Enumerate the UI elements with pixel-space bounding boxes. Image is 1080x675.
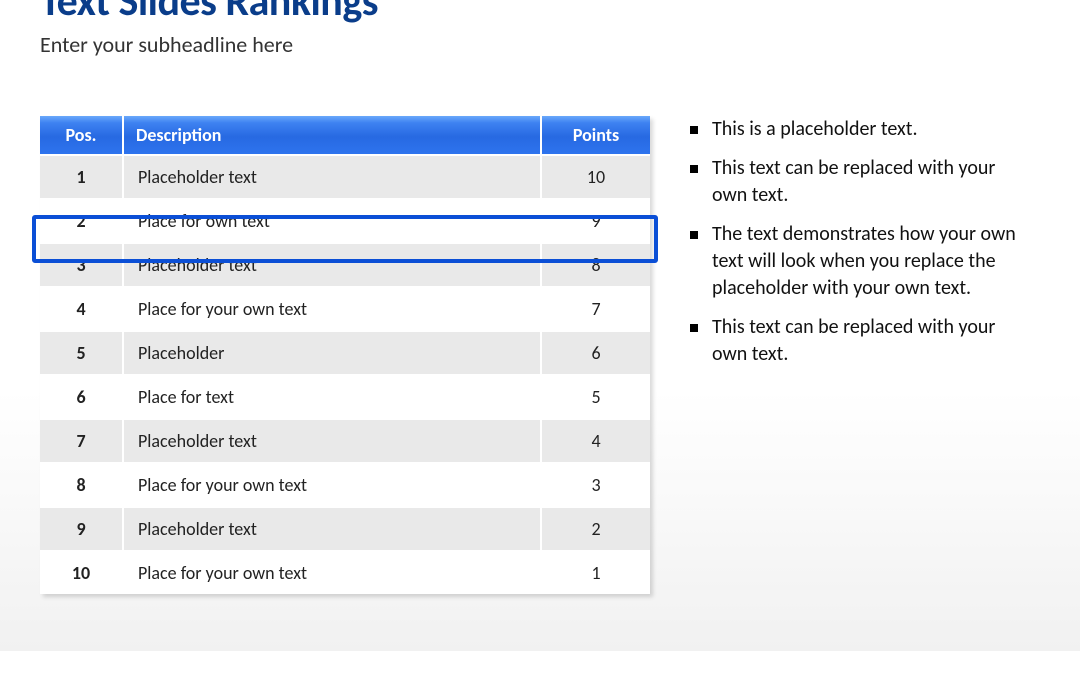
cell-points: 7 — [542, 286, 650, 330]
cell-points: 10 — [542, 154, 650, 198]
cell-description: Place for own text — [124, 198, 542, 242]
col-header-position: Pos. — [40, 116, 124, 154]
table-row: 7Placeholder text4 — [40, 418, 650, 462]
bullet-item: This text can be replaced with your own … — [690, 155, 1020, 209]
cell-description: Place for your own text — [124, 462, 542, 506]
cell-position: 9 — [40, 506, 124, 550]
col-header-description: Description — [124, 116, 542, 154]
table-row: 5Placeholder6 — [40, 330, 650, 374]
cell-position: 2 — [40, 198, 124, 242]
cell-description: Placeholder — [124, 330, 542, 374]
rankings-table: Pos. Description Points 1Placeholder tex… — [40, 116, 650, 594]
cell-points: 9 — [542, 198, 650, 242]
cell-position: 10 — [40, 550, 124, 594]
col-header-points: Points — [542, 116, 650, 154]
cell-description: Place for your own text — [124, 550, 542, 594]
content-row: Pos. Description Points 1Placeholder tex… — [40, 116, 1040, 594]
bullet-list: This is a placeholder text. This text can… — [690, 116, 1040, 594]
table-row: 6Place for text5 — [40, 374, 650, 418]
slide-title: Text Slides Rankings — [40, 0, 1040, 27]
cell-points: 2 — [542, 506, 650, 550]
bullet-item: This text can be replaced with your own … — [690, 314, 1020, 368]
cell-points: 4 — [542, 418, 650, 462]
cell-description: Placeholder text — [124, 418, 542, 462]
cell-points: 5 — [542, 374, 650, 418]
cell-points: 3 — [542, 462, 650, 506]
cell-description: Placeholder text — [124, 154, 542, 198]
slide: Text Slides Rankings Enter your subheadl… — [0, 0, 1080, 594]
cell-points: 1 — [542, 550, 650, 594]
table-row: 1Placeholder text10 — [40, 154, 650, 198]
cell-position: 5 — [40, 330, 124, 374]
cell-position: 8 — [40, 462, 124, 506]
rankings-table-container: Pos. Description Points 1Placeholder tex… — [40, 116, 650, 594]
cell-position: 4 — [40, 286, 124, 330]
cell-position: 3 — [40, 242, 124, 286]
table-row: 3Placeholder text8 — [40, 242, 650, 286]
cell-position: 1 — [40, 154, 124, 198]
cell-description: Placeholder text — [124, 506, 542, 550]
cell-position: 7 — [40, 418, 124, 462]
bullet-item: This is a placeholder text. — [690, 116, 1020, 143]
table-row: 2Place for own text9 — [40, 198, 650, 242]
slide-subtitle: Enter your subheadline here — [40, 31, 1040, 58]
cell-points: 8 — [542, 242, 650, 286]
cell-position: 6 — [40, 374, 124, 418]
table-row: 8Place for your own text3 — [40, 462, 650, 506]
bullet-item: The text demonstrates how your own text … — [690, 221, 1020, 302]
table-row: 4Place for your own text7 — [40, 286, 650, 330]
table-row: 9Placeholder text2 — [40, 506, 650, 550]
table-row: 10Place for your own text1 — [40, 550, 650, 594]
cell-points: 6 — [542, 330, 650, 374]
cell-description: Place for your own text — [124, 286, 542, 330]
cell-description: Place for text — [124, 374, 542, 418]
cell-description: Placeholder text — [124, 242, 542, 286]
